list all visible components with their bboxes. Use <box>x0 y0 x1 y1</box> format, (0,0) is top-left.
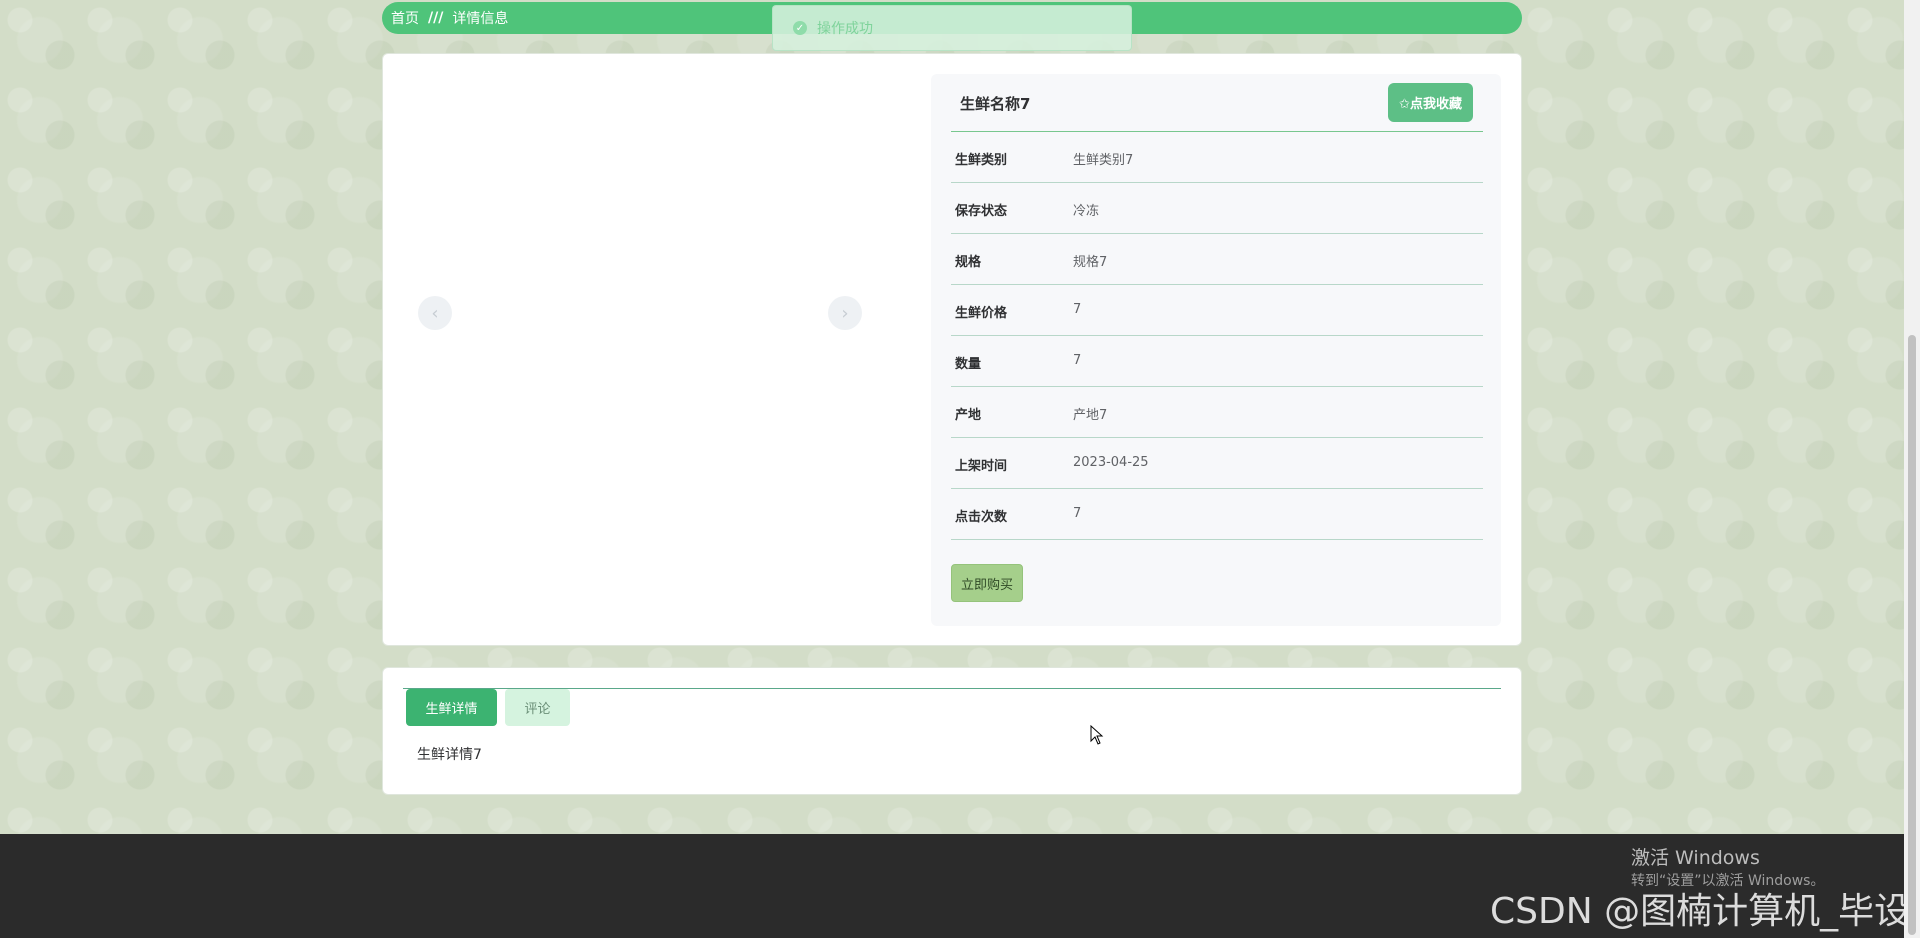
info-value: 产地7 <box>1073 408 1108 423</box>
info-row-origin: 产地 产地7 <box>951 387 1483 438</box>
info-label: 数量 <box>955 357 982 372</box>
detail-content: 生鲜详情7 <box>417 747 482 763</box>
vertical-scrollbar[interactable] <box>1904 0 1920 938</box>
info-label: 产地 <box>955 408 982 423</box>
image-carousel: ‹ › <box>418 54 878 647</box>
detail-card: 生鲜详情 评论 生鲜详情7 <box>382 667 1522 795</box>
mouse-cursor-icon <box>1090 725 1104 745</box>
product-card: ‹ › 生鲜名称7 ✩点我收藏 生鲜类别 生鲜类别7 保存状态 冷冻 规格 规格… <box>382 53 1522 646</box>
activate-windows-title: 激活 Windows <box>1631 847 1760 869</box>
info-value: 冷冻 <box>1073 204 1100 219</box>
success-toast: ✓ 操作成功 <box>772 5 1132 51</box>
favorite-button[interactable]: ✩点我收藏 <box>1388 83 1473 122</box>
buy-now-button[interactable]: 立即购买 <box>951 564 1023 602</box>
product-header: 生鲜名称7 ✩点我收藏 <box>951 74 1483 132</box>
info-row-listing-date: 上架时间 2023-04-25 <box>951 438 1483 489</box>
info-row-click-count: 点击次数 7 <box>951 489 1483 540</box>
breadcrumb-separator: /// <box>428 10 444 26</box>
check-circle-icon: ✓ <box>793 21 807 35</box>
info-value: 7 <box>1073 302 1082 317</box>
info-label: 点击次数 <box>955 510 1008 525</box>
carousel-next-button[interactable]: › <box>828 296 862 330</box>
info-value: 2023-04-25 <box>1073 455 1149 470</box>
chevron-right-icon: › <box>841 302 849 324</box>
info-row-category: 生鲜类别 生鲜类别7 <box>951 132 1483 183</box>
info-row-price: 生鲜价格 7 <box>951 285 1483 336</box>
info-label: 保存状态 <box>955 204 1008 219</box>
info-value: 生鲜类别7 <box>1073 153 1134 168</box>
product-info-panel: 生鲜名称7 ✩点我收藏 生鲜类别 生鲜类别7 保存状态 冷冻 规格 规格7 生鲜… <box>931 74 1501 626</box>
product-title: 生鲜名称7 <box>960 95 1031 113</box>
info-row-quantity: 数量 7 <box>951 336 1483 387</box>
breadcrumb-current: 详情信息 <box>452 11 509 27</box>
info-label: 上架时间 <box>955 459 1008 474</box>
info-label: 规格 <box>955 255 982 270</box>
info-value: 7 <box>1073 353 1082 368</box>
tab-product-detail[interactable]: 生鲜详情 <box>406 689 497 726</box>
info-label: 生鲜价格 <box>955 306 1008 321</box>
csdn-watermark: CSDN @图楠计算机_毕设 <box>1490 891 1911 932</box>
carousel-prev-button[interactable]: ‹ <box>418 296 452 330</box>
chevron-left-icon: ‹ <box>431 302 439 324</box>
info-row-storage: 保存状态 冷冻 <box>951 183 1483 234</box>
info-value: 7 <box>1073 506 1082 521</box>
info-row-spec: 规格 规格7 <box>951 234 1483 285</box>
info-label: 生鲜类别 <box>955 153 1008 168</box>
tab-comments[interactable]: 评论 <box>505 689 570 726</box>
toast-message: 操作成功 <box>817 21 873 37</box>
breadcrumb-home-link[interactable]: 首页 <box>391 8 419 28</box>
info-value: 规格7 <box>1073 255 1108 270</box>
scrollbar-thumb[interactable] <box>1908 335 1916 935</box>
